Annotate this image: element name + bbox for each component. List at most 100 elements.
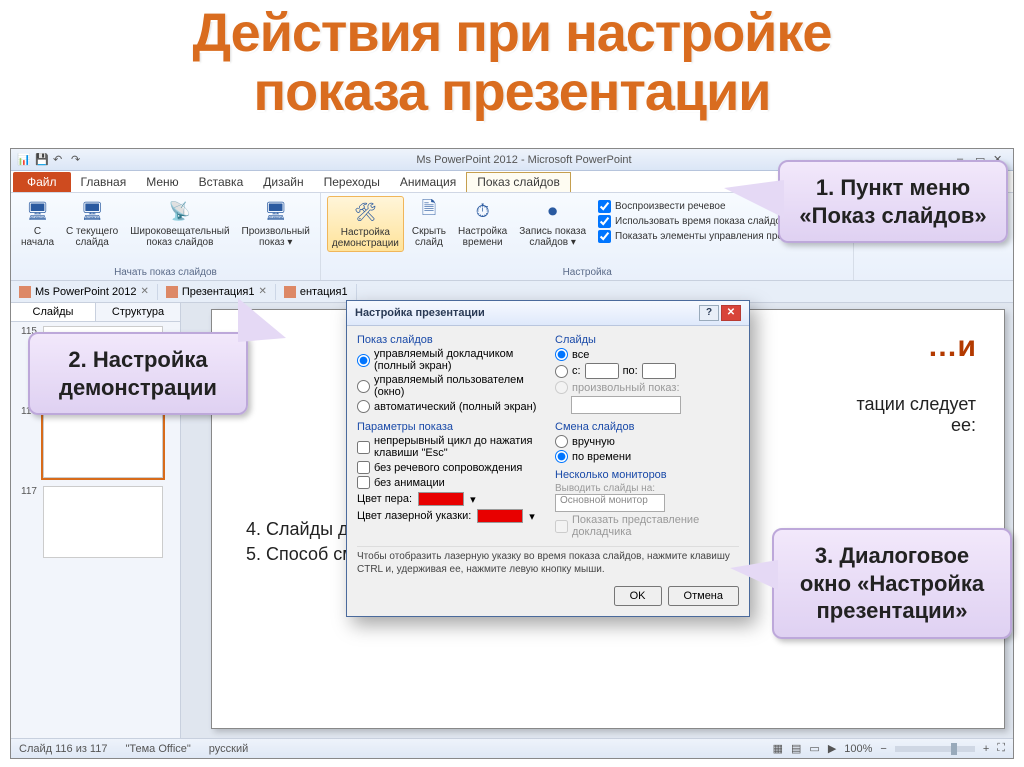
setup-icon: 🛠	[351, 199, 379, 225]
setup-show-dialog: Настройка презентации ? ✕ Показ слайдов …	[346, 300, 750, 617]
view-slideshow-icon[interactable]: ▶	[828, 742, 836, 755]
callout-2: 2. Настройка демонстрации	[28, 332, 248, 415]
status-language[interactable]: русский	[209, 743, 248, 755]
opt-manual[interactable]: вручную	[555, 435, 739, 448]
callout-3: 3. Диалоговое окно «Настройка презентаци…	[772, 528, 1012, 639]
tab-design[interactable]: Дизайн	[253, 173, 313, 192]
opt-browsed[interactable]: управляемый пользователем (окно)	[357, 374, 541, 398]
callout-1: 1. Пункт меню «Показ слайдов»	[778, 160, 1008, 243]
tab-home[interactable]: Главная	[71, 173, 137, 192]
fit-icon[interactable]: ⛶	[997, 742, 1005, 755]
pen-color-picker[interactable]	[418, 492, 464, 506]
zoom-level[interactable]: 100%	[844, 743, 872, 755]
close-icon[interactable]: ✕	[258, 286, 266, 297]
dialog-titlebar: Настройка презентации ? ✕	[347, 301, 749, 326]
monitor-icon: 🖥	[262, 198, 290, 224]
label: С текущего слайда	[66, 226, 118, 248]
label: Скрыть слайд	[412, 226, 446, 248]
tab-file[interactable]: Файл	[13, 172, 71, 192]
view-reading-icon[interactable]: ▭	[809, 742, 819, 755]
from-field[interactable]	[585, 363, 619, 379]
dialog-title: Настройка презентации	[355, 307, 485, 319]
tab-transitions[interactable]: Переходы	[314, 173, 390, 192]
group-show-type: Показ слайдов управляемый докладчиком (п…	[357, 334, 541, 415]
group-advance: Смена слайдов вручную по времени Несколь…	[555, 421, 739, 540]
from-beginning-button[interactable]: 🖥С начала	[17, 196, 58, 250]
dialog-note: Чтобы отобразить лазерную указку во врем…	[357, 546, 739, 576]
chk-presenter-view[interactable]: Показать представление докладчика	[555, 514, 739, 538]
status-bar: Слайд 116 из 117 "Тема Office" русский ▦…	[11, 738, 1013, 758]
record-button[interactable]: ⏺Запись показа слайдов ▾	[515, 196, 590, 252]
group-label: Начать показ слайдов	[17, 267, 314, 278]
label: Настройка демонстрации	[332, 227, 399, 249]
close-icon[interactable]: ✕	[141, 286, 149, 297]
broadcast-icon: 📡	[166, 198, 194, 224]
to-field[interactable]	[642, 363, 676, 379]
chevron-down-icon[interactable]: ▾	[470, 493, 476, 506]
label: Произвольный показ ▾	[242, 226, 310, 248]
opt-speaker[interactable]: управляемый докладчиком (полный экран)	[357, 348, 541, 372]
chk-no-animation[interactable]: без анимации	[357, 476, 541, 489]
panel-tab-slides[interactable]: Слайды	[11, 303, 96, 321]
opt-custom-show[interactable]: произвольный показ:	[555, 381, 739, 394]
slide-thumb[interactable]: 116	[15, 406, 176, 478]
hide-slide-button[interactable]: 🗎Скрыть слайд	[408, 196, 450, 252]
powerpoint-icon	[19, 286, 31, 298]
page-title: Действия при настройке показа презентаци…	[0, 0, 1024, 131]
label: Запись показа слайдов ▾	[519, 226, 586, 248]
ribbon-group-start: 🖥С начала 🖥С текущего слайда 📡Широковеща…	[11, 193, 321, 280]
chk-loop[interactable]: непрерывный цикл до нажатия клавиши "Esc…	[357, 435, 541, 459]
chevron-down-icon[interactable]: ▾	[529, 510, 535, 523]
from-current-button[interactable]: 🖥С текущего слайда	[62, 196, 122, 250]
laser-color-picker[interactable]	[477, 509, 523, 523]
opt-timings[interactable]: по времени	[555, 450, 739, 463]
page-title-l1: Действия при настройке	[0, 4, 1024, 63]
powerpoint-icon	[166, 286, 178, 298]
dialog-help-button[interactable]: ?	[699, 305, 719, 321]
doc-tab-3[interactable]: ентация1	[276, 284, 357, 300]
monitor-icon: 🖥	[78, 198, 106, 224]
clock-icon: ⏱	[469, 198, 497, 224]
rehearse-button[interactable]: ⏱Настройка времени	[454, 196, 511, 252]
status-slide-number: Слайд 116 из 117	[19, 743, 107, 755]
opt-range[interactable]: с: по:	[555, 363, 739, 379]
powerpoint-icon	[284, 286, 296, 298]
view-sorter-icon[interactable]: ▤	[791, 742, 801, 755]
record-icon: ⏺	[539, 198, 567, 224]
custom-show-button[interactable]: 🖥Произвольный показ ▾	[238, 196, 314, 250]
view-normal-icon[interactable]: ▦	[773, 742, 783, 755]
group-show-options: Параметры показа непрерывный цикл до наж…	[357, 421, 541, 540]
label: Настройка времени	[458, 226, 507, 248]
cancel-button[interactable]: Отмена	[668, 586, 739, 606]
dialog-close-button[interactable]: ✕	[721, 305, 741, 321]
slide-thumb[interactable]: 117	[15, 486, 176, 558]
monitor-icon: 🖥	[24, 198, 52, 224]
doc-tab-1[interactable]: Ms PowerPoint 2012✕	[11, 284, 158, 300]
status-theme: "Тема Office"	[125, 743, 190, 755]
tab-slideshow[interactable]: Показ слайдов	[466, 172, 571, 192]
hide-icon: 🗎	[415, 198, 443, 224]
powerpoint-icon: 📊	[17, 153, 31, 167]
tab-menu[interactable]: Меню	[136, 173, 188, 192]
redo-icon[interactable]: ↷	[71, 153, 85, 167]
ok-button[interactable]: OK	[614, 586, 662, 606]
group-slides: Слайды все с: по: произвольный показ:	[555, 334, 739, 415]
tab-animations[interactable]: Анимация	[390, 173, 466, 192]
page-title-l2: показа презентации	[0, 63, 1024, 122]
tab-insert[interactable]: Вставка	[189, 173, 254, 192]
opt-kiosk[interactable]: автоматический (полный экран)	[357, 400, 541, 413]
custom-show-select	[571, 396, 681, 414]
chk-no-narration[interactable]: без речевого сопровождения	[357, 461, 541, 474]
quick-access-toolbar: 📊 💾 ↶ ↷	[11, 153, 91, 167]
zoom-slider[interactable]	[895, 746, 975, 752]
opt-all-slides[interactable]: все	[555, 348, 739, 361]
monitor-select: Основной монитор	[555, 494, 665, 512]
label: Широковещательный показ слайдов	[130, 226, 229, 248]
label: С начала	[21, 226, 54, 248]
save-icon[interactable]: 💾	[35, 153, 49, 167]
undo-icon[interactable]: ↶	[53, 153, 67, 167]
setup-slideshow-button[interactable]: 🛠Настройка демонстрации	[327, 196, 404, 252]
broadcast-button[interactable]: 📡Широковещательный показ слайдов	[126, 196, 233, 250]
panel-tab-outline[interactable]: Структура	[96, 303, 180, 321]
group-label: Настройка	[327, 267, 848, 278]
